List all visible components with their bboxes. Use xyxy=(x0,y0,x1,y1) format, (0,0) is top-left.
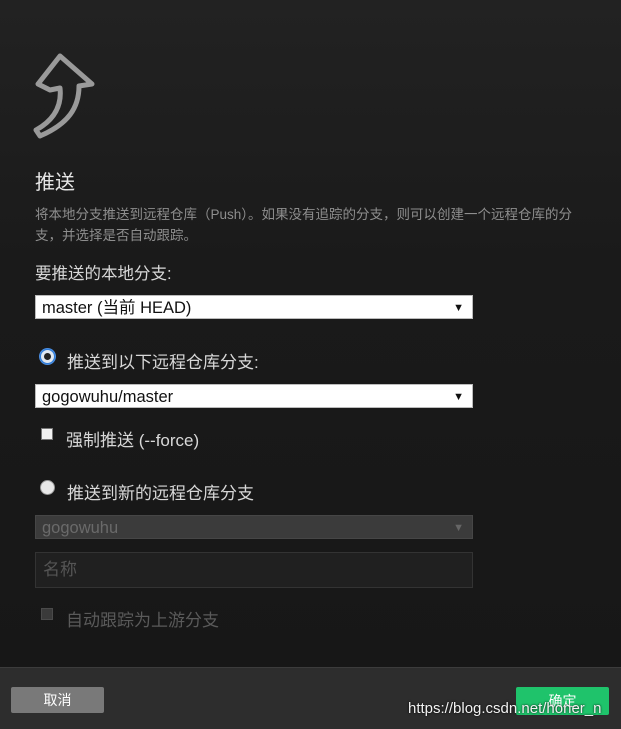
local-branch-label: 要推送的本地分支: xyxy=(35,265,172,283)
dialog-title: 推送 xyxy=(35,172,75,194)
radio-dot xyxy=(44,353,51,360)
push-dialog: 推送 将本地分支推送到远程仓库（Push）。如果没有追踪的分支，则可以创建一个远… xyxy=(0,0,621,667)
force-checkbox[interactable] xyxy=(41,428,53,440)
dialog-footer: 取消 确定 xyxy=(0,667,621,729)
remote-select-disabled: gogowuhu ▼ xyxy=(35,515,473,539)
chevron-down-icon: ▼ xyxy=(453,391,464,403)
chevron-down-icon: ▼ xyxy=(453,302,464,314)
remote-select-value: gogowuhu xyxy=(42,519,119,537)
force-label[interactable]: 强制推送 (--force) xyxy=(66,426,199,451)
local-branch-value: master (当前 HEAD) xyxy=(42,299,192,317)
push-new-radio[interactable] xyxy=(40,480,55,495)
watermark-text: https://blog.csdn.net/honer_n xyxy=(408,700,602,717)
auto-track-checkbox xyxy=(41,608,53,620)
push-new-label[interactable]: 推送到新的远程仓库分支 xyxy=(67,479,254,504)
push-arrow-icon xyxy=(33,53,95,139)
remote-branch-select[interactable]: gogowuhu/master ▼ xyxy=(35,384,473,408)
chevron-down-icon: ▼ xyxy=(453,522,464,534)
new-branch-name-input xyxy=(35,552,473,588)
cancel-button[interactable]: 取消 xyxy=(11,687,104,713)
auto-track-label: 自动跟踪为上游分支 xyxy=(66,611,219,630)
remote-branch-value: gogowuhu/master xyxy=(42,388,174,406)
dialog-description: 将本地分支推送到远程仓库（Push）。如果没有追踪的分支，则可以创建一个远程仓库… xyxy=(35,207,573,243)
local-branch-select[interactable]: master (当前 HEAD) ▼ xyxy=(35,295,473,319)
push-existing-label[interactable]: 推送到以下远程仓库分支: xyxy=(67,348,259,373)
push-existing-radio[interactable] xyxy=(40,349,55,364)
